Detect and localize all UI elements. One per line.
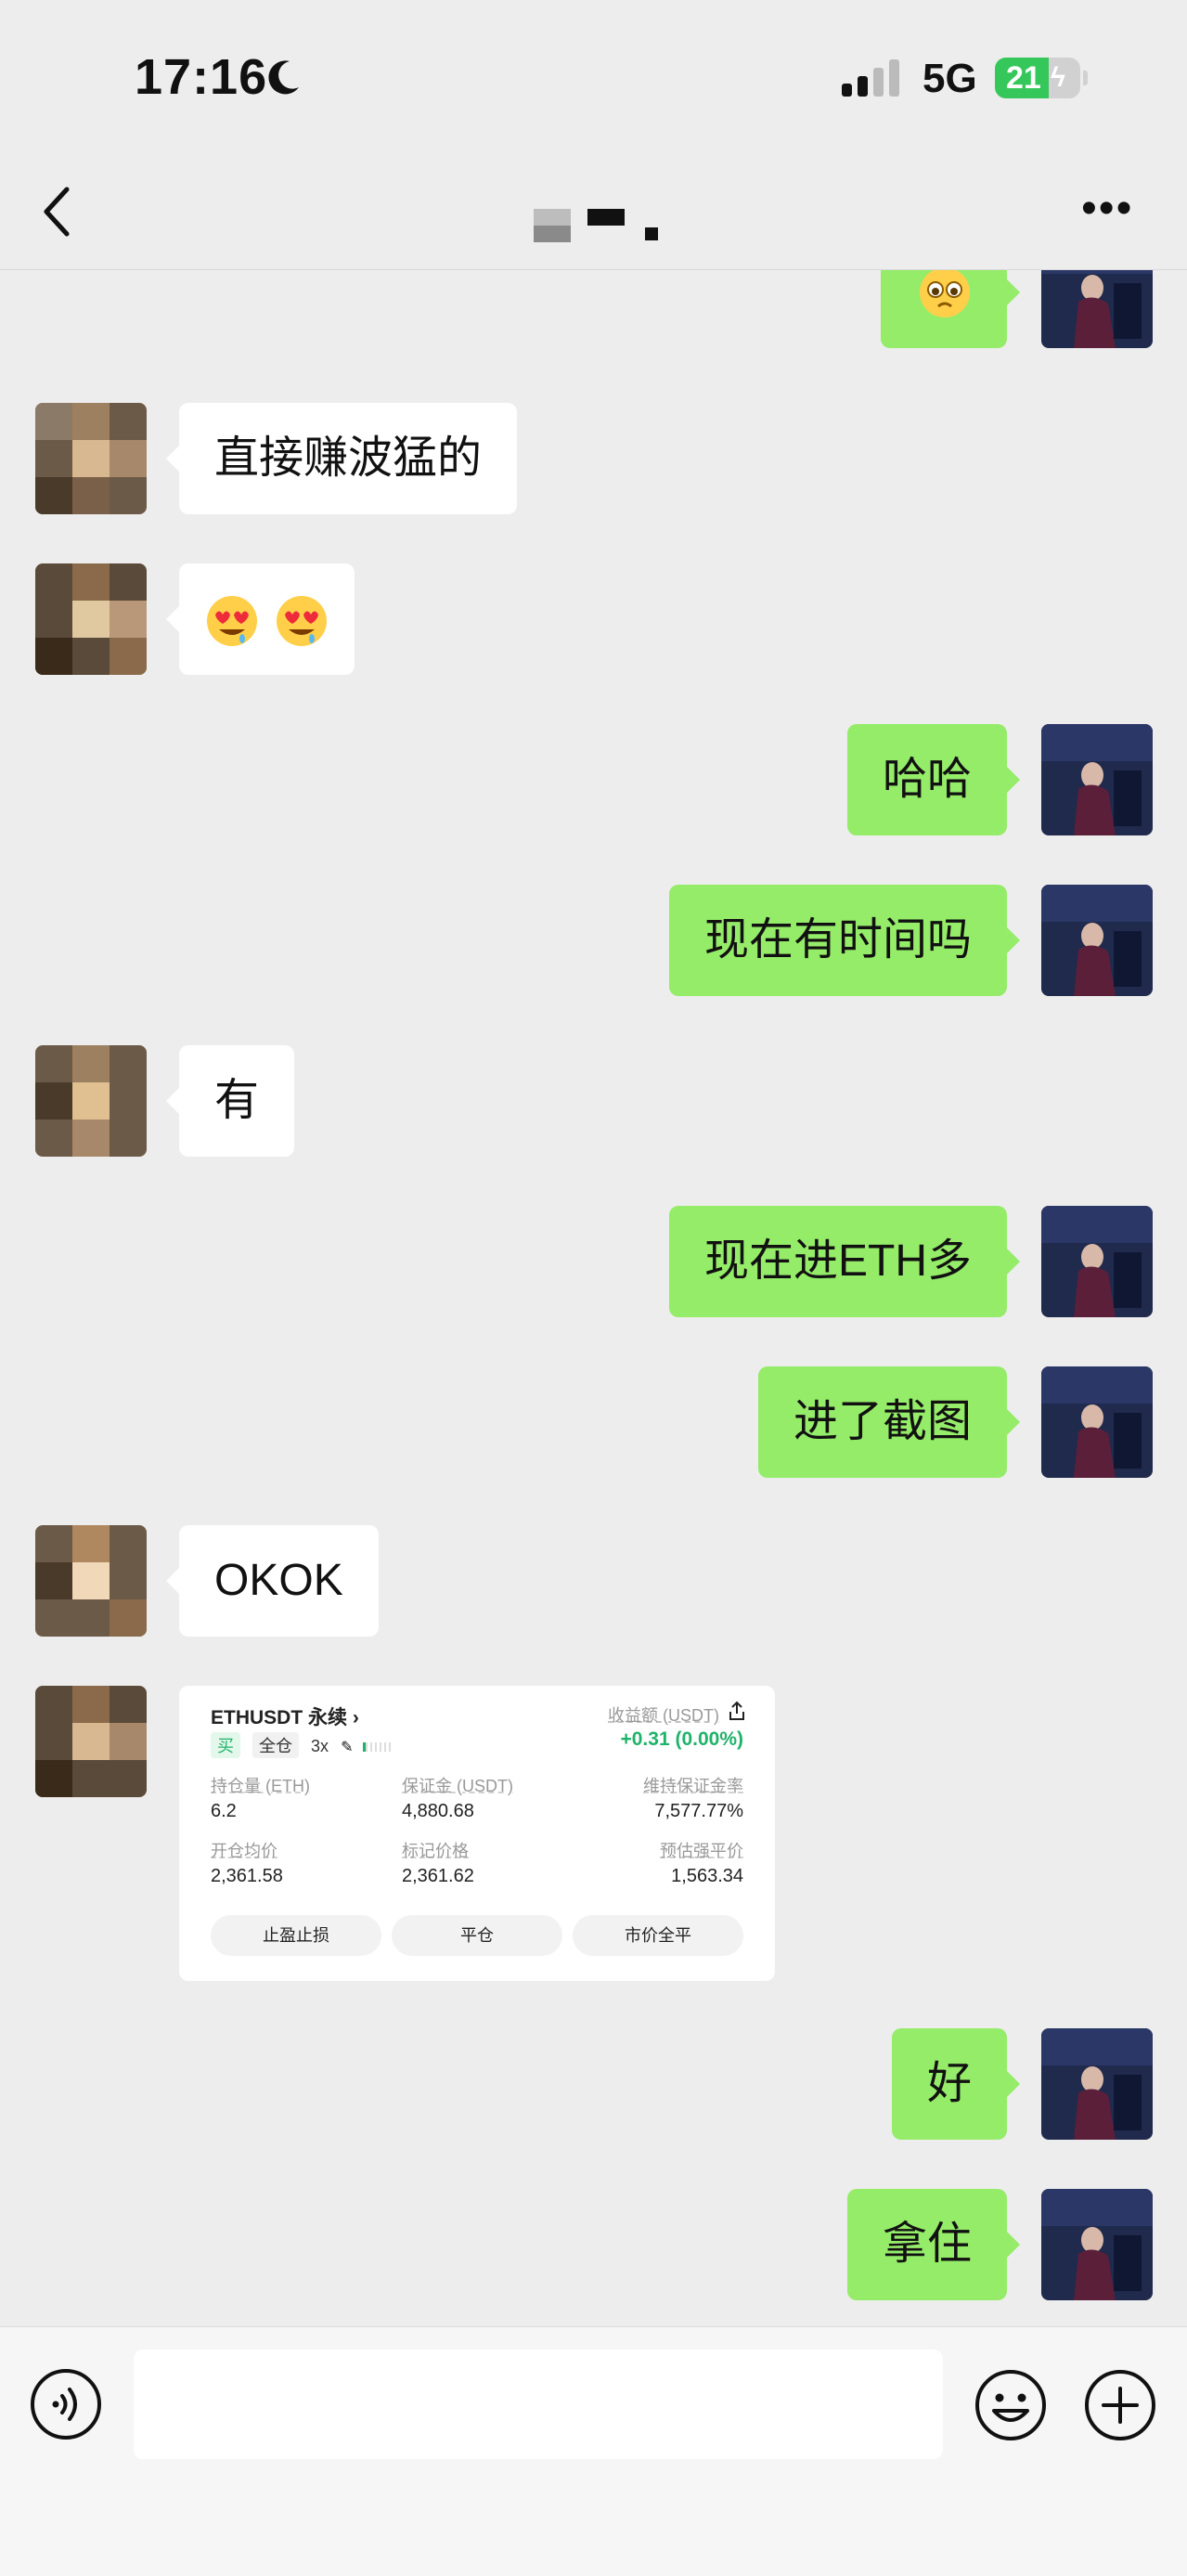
liquidation-price: 预估强平价 1,563.34	[660, 1842, 743, 1886]
signal-icon	[842, 59, 899, 97]
self-avatar[interactable]	[1041, 2189, 1153, 2300]
pnl-label: 收益额 (USDT)	[608, 1706, 719, 1725]
pnl-value: +0.31 (0.00%)	[620, 1728, 743, 1750]
self-avatar[interactable]	[1041, 724, 1153, 835]
message-row: 直接赚波猛的	[0, 403, 1187, 514]
maintenance-margin-rate: 维持保证金率 7,577.77%	[643, 1777, 743, 1821]
message-row: 哈哈	[0, 724, 1187, 835]
self-avatar[interactable]	[1041, 270, 1153, 348]
contact-avatar[interactable]	[35, 1045, 147, 1157]
status-bar: 17:16 5G 21 ϟ	[0, 0, 1187, 158]
status-time: 17:16	[135, 49, 268, 105]
message-row: 进了截图	[0, 1366, 1187, 1478]
message-row: 好	[0, 2028, 1187, 2140]
message-bubble-in[interactable]: OKOK	[166, 1525, 379, 1637]
margin: 保证金 (USDT) 4,880.68	[402, 1777, 513, 1821]
contact-name-redacted	[534, 209, 658, 242]
position-size: 持仓量 (ETH) 6.2	[211, 1777, 310, 1821]
tag-margin-mode: 全仓	[252, 1732, 300, 1758]
trade-position-card[interactable]: ETHUSDT 永续 › 买 全仓 3x ✎ 收益额 (USDT) +0.31 …	[179, 1686, 775, 1981]
risk-meter-icon	[363, 1742, 394, 1753]
share-icon[interactable]	[727, 1701, 747, 1721]
message-input[interactable]	[134, 2349, 943, 2459]
message-row	[0, 270, 1187, 348]
message-row	[0, 563, 1187, 675]
self-avatar[interactable]	[1041, 1206, 1153, 1317]
tag-buy: 买	[211, 1732, 240, 1758]
network-type: 5G	[923, 56, 977, 101]
message-bubble-out[interactable]: 现在进ETH多	[668, 1206, 1021, 1317]
edit-icon[interactable]: ✎	[341, 1740, 353, 1755]
message-row: 有	[0, 1045, 1187, 1157]
card-symbol[interactable]: ETHUSDT 永续 ›	[211, 1702, 359, 1730]
message-row: 拿住	[0, 2189, 1187, 2300]
mark-price: 标记价格 2,361.62	[402, 1842, 474, 1886]
contact-avatar[interactable]	[35, 1525, 147, 1637]
market-close-all-button[interactable]: 市价全平	[573, 1915, 743, 1956]
back-arrow-icon[interactable]	[39, 184, 76, 239]
contact-avatar[interactable]	[35, 563, 147, 675]
message-bubble-out[interactable]: 哈哈	[846, 724, 1021, 835]
message-row: ETHUSDT 永续 › 买 全仓 3x ✎ 收益额 (USDT) +0.31 …	[0, 1686, 1187, 1981]
emoji-picker-icon[interactable]	[974, 2368, 1048, 2442]
self-avatar[interactable]	[1041, 2028, 1153, 2140]
message-row: 现在进ETH多	[0, 1206, 1187, 1317]
plus-more-icon[interactable]	[1083, 2368, 1157, 2442]
close-position-button[interactable]: 平仓	[392, 1915, 562, 1956]
contact-avatar[interactable]	[35, 1686, 147, 1797]
message-bubble-out[interactable]: 拿住	[846, 2189, 1021, 2300]
self-avatar[interactable]	[1041, 1366, 1153, 1478]
message-row: OKOK	[0, 1525, 1187, 1637]
tp-sl-button[interactable]: 止盈止损	[211, 1915, 381, 1956]
battery-level: 21	[1006, 60, 1041, 96]
card-tags: 买 全仓 3x ✎	[211, 1732, 394, 1758]
entry-price: 开仓均价 2,361.58	[211, 1842, 283, 1886]
heart-eyes-emoji	[277, 596, 328, 647]
self-avatar[interactable]	[1041, 885, 1153, 996]
contact-avatar[interactable]	[35, 403, 147, 514]
voice-input-icon[interactable]	[30, 2368, 102, 2440]
message-bubble-out[interactable]: 好	[891, 2028, 1021, 2140]
chat-header: •••	[0, 158, 1187, 270]
message-bubble-out[interactable]: 现在有时间吗	[668, 885, 1021, 996]
message-list[interactable]: 直接赚波猛的 哈哈 现在有时间吗 有 现在进ETH多 进了截图 OKOK ETH…	[0, 270, 1187, 2326]
message-row: 现在有时间吗	[0, 885, 1187, 996]
message-bubble-in[interactable]: 直接赚波猛的	[165, 403, 518, 514]
message-bubble-in[interactable]	[165, 563, 355, 675]
heart-eyes-emoji	[207, 596, 257, 647]
battery-icon: 21 ϟ	[995, 58, 1088, 98]
message-bubble-in[interactable]: 有	[165, 1045, 295, 1157]
pleading-face-emoji	[920, 270, 970, 317]
message-bubble-out[interactable]	[881, 270, 1020, 348]
more-options-icon[interactable]: •••	[1081, 187, 1137, 231]
message-bubble-out[interactable]: 进了截图	[757, 1366, 1021, 1478]
moon-icon	[268, 60, 299, 95]
input-bar	[0, 2326, 1187, 2576]
tag-leverage[interactable]: 3x	[311, 1737, 329, 1756]
